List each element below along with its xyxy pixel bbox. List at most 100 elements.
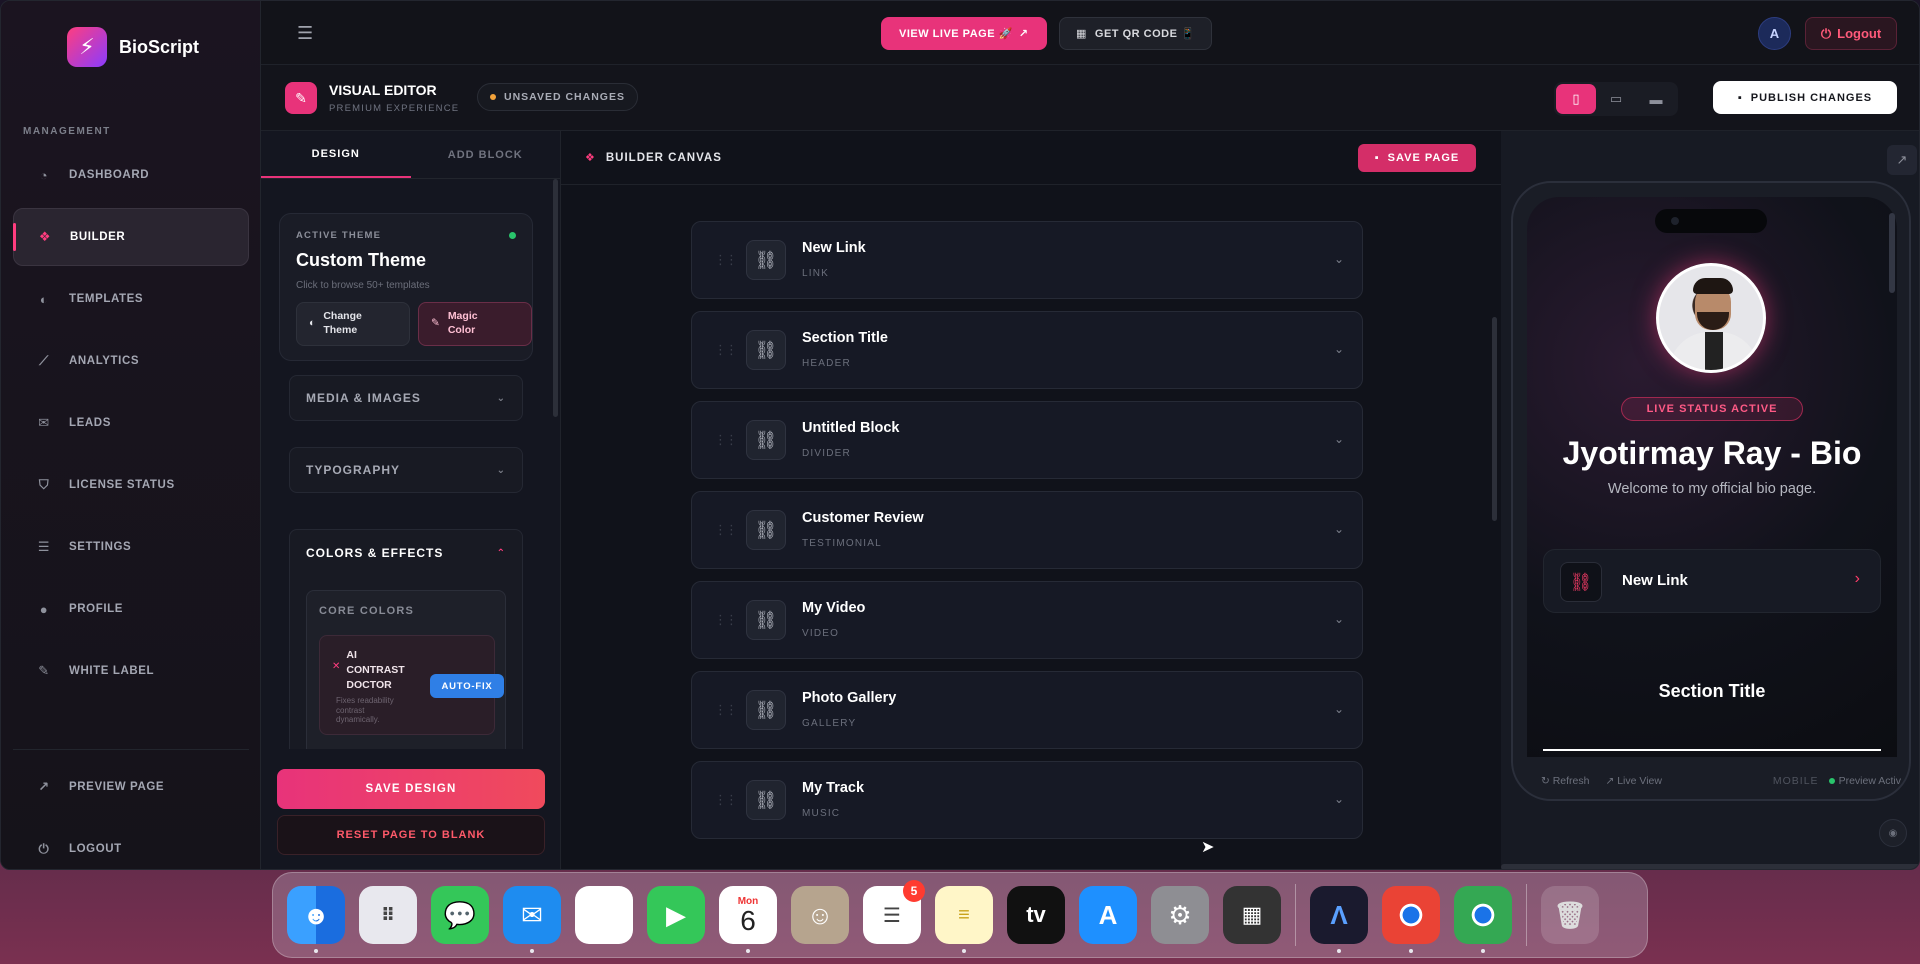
sidebar-toggle-icon[interactable]: ☰ — [297, 23, 313, 44]
change-theme-button[interactable]: ◐ Change Theme — [296, 302, 410, 346]
preview-status-label: Preview Activ — [1838, 775, 1901, 787]
photos-icon[interactable]: ✿ — [575, 886, 633, 944]
drag-handle-icon[interactable]: ⋮⋮ — [714, 522, 738, 538]
drag-handle-icon[interactable]: ⋮⋮ — [714, 702, 738, 718]
get-qr-code-button[interactable]: ▦ GET QR CODE 📱 — [1059, 17, 1213, 50]
refresh-label: Refresh — [1552, 775, 1590, 787]
block-item[interactable]: ⋮⋮ ⛓ My Track MUSIC ⌄ — [691, 761, 1363, 839]
typography-accordion[interactable]: TYPOGRAPHY ⌄ — [289, 447, 523, 493]
notes-icon[interactable]: ≡ — [935, 886, 993, 953]
calendar-icon[interactable]: Mon 6 — [719, 886, 777, 953]
panel-scrollbar[interactable] — [553, 179, 558, 417]
trash-icon[interactable]: 🗑 — [1541, 886, 1599, 944]
block-item[interactable]: ⋮⋮ ⛓ Photo Gallery GALLERY ⌄ — [691, 671, 1363, 749]
drag-handle-icon[interactable]: ⋮⋮ — [714, 252, 738, 268]
chevron-down-icon[interactable]: ⌄ — [1334, 342, 1344, 356]
publish-changes-button[interactable]: ▪ PUBLISH CHANGES — [1713, 81, 1897, 114]
auto-fix-button[interactable]: AUTO-FIX — [430, 674, 504, 698]
block-item[interactable]: ⋮⋮ ⛓ Untitled Block DIVIDER ⌄ — [691, 401, 1363, 479]
logout-button[interactable]: ⏻ Logout — [1805, 17, 1897, 50]
sidebar-item-analytics[interactable]: ⟋ ANALYTICS — [13, 332, 249, 390]
media-images-accordion[interactable]: MEDIA & IMAGES ⌄ — [289, 375, 523, 421]
arc-icon[interactable]: Λ — [1310, 886, 1368, 953]
sliders-icon: ☰ — [37, 539, 51, 554]
preview-link-card[interactable]: ⛓ New Link › — [1543, 549, 1881, 613]
sidebar-item-templates[interactable]: ◐ TEMPLATES — [13, 270, 249, 328]
settings-circle-icon[interactable]: ◉ — [1879, 819, 1907, 847]
sidebar-item-leads[interactable]: ✉ LEADS — [13, 394, 249, 452]
chrome-icon[interactable] — [1382, 886, 1440, 953]
desktop-device-button[interactable]: ▬ — [1636, 84, 1676, 114]
preview-status: Preview Activ — [1828, 775, 1901, 787]
chevron-down-icon[interactable]: ⌄ — [1334, 702, 1344, 716]
phone-scrollbar[interactable] — [1889, 213, 1895, 293]
editor-header: ✎ VISUAL EDITOR PREMIUM EXPERIENCE UNSAV… — [261, 65, 1919, 131]
reset-page-button[interactable]: RESET PAGE TO BLANK — [277, 815, 545, 855]
sidebar-item-license-status[interactable]: ⛉ LICENSE STATUS — [13, 456, 249, 514]
drag-handle-icon[interactable]: ⋮⋮ — [714, 792, 738, 808]
sidebar-item-preview-page[interactable]: ↗ PREVIEW PAGE — [13, 758, 249, 816]
sidebar-item-builder[interactable]: ❖ BUILDER — [13, 208, 249, 266]
external-link-icon[interactable]: ↗ — [1887, 145, 1917, 175]
apple-tv-icon[interactable]: tv — [1007, 886, 1065, 944]
chrome-icon[interactable] — [1454, 886, 1512, 953]
block-item[interactable]: ⋮⋮ ⛓ Section Title HEADER ⌄ — [691, 311, 1363, 389]
live-view-button[interactable]: ↗ Live View — [1605, 775, 1661, 787]
block-name: Untitled Block — [802, 420, 900, 436]
chevron-down-icon[interactable]: ⌄ — [1334, 792, 1344, 806]
unsaved-status-badge: UNSAVED CHANGES — [477, 83, 638, 111]
tab-add-block[interactable]: ADD BLOCK — [411, 131, 561, 178]
app-store-icon[interactable]: A — [1079, 886, 1137, 944]
calculator-icon[interactable]: ▦ — [1223, 886, 1281, 944]
tablet-device-button[interactable]: ▭ — [1596, 84, 1636, 114]
preview-horizontal-scrollbar[interactable] — [1501, 864, 1919, 869]
block-item[interactable]: ⋮⋮ ⛓ My Video VIDEO ⌄ — [691, 581, 1363, 659]
block-list: ⋮⋮ ⛓ New Link LINK ⌄ ⋮⋮ ⛓ Section Title HEADER ⌄… — [691, 221, 1363, 851]
canvas-scrollbar[interactable] — [1492, 317, 1497, 521]
block-item[interactable]: ⋮⋮ ⛓ New Link LINK ⌄ — [691, 221, 1363, 299]
contacts-icon[interactable]: ☺ — [791, 886, 849, 944]
system-settings-icon[interactable]: ⚙ — [1151, 886, 1209, 944]
mail-icon[interactable]: ✉ — [503, 886, 561, 953]
profile-photo-shirt — [1705, 332, 1723, 370]
save-page-label: SAVE PAGE — [1387, 152, 1460, 164]
view-live-page-button[interactable]: VIEW LIVE PAGE 🚀 ↗ — [881, 17, 1047, 50]
block-item[interactable]: ⋮⋮ ⛓ Customer Review TESTIMONIAL ⌄ — [691, 491, 1363, 569]
reminders-icon[interactable]: ☰ 5 — [863, 880, 925, 944]
sidebar-item-profile[interactable]: ● PROFILE — [13, 580, 249, 638]
active-theme-card[interactable]: ACTIVE THEME Custom Theme Click to brows… — [279, 213, 533, 361]
user-icon: ● — [39, 601, 49, 617]
drag-handle-icon[interactable]: ⋮⋮ — [714, 612, 738, 628]
refresh-button[interactable]: ↻ Refresh — [1541, 775, 1589, 787]
accordion-label: COLORS & EFFECTS — [306, 546, 444, 560]
sidebar-item-logout[interactable]: ⏻ LOGOUT — [13, 820, 249, 869]
save-design-button[interactable]: SAVE DESIGN — [277, 769, 545, 809]
chevron-down-icon[interactable]: ⌄ — [1334, 432, 1344, 446]
tablet-icon: ▭ — [1609, 91, 1623, 106]
drag-handle-icon[interactable]: ⋮⋮ — [714, 432, 738, 448]
sidebar-item-settings[interactable]: ☰ SETTINGS — [13, 518, 249, 576]
tab-design[interactable]: DESIGN — [261, 131, 411, 178]
sidebar-item-white-label[interactable]: ✎ WHITE LABEL — [13, 642, 249, 700]
chevron-down-icon[interactable]: ⌄ — [1334, 612, 1344, 626]
preview-divider — [1543, 749, 1881, 751]
launchpad-icon[interactable]: ⠿ — [359, 886, 417, 944]
layers-icon: ❖ — [585, 152, 596, 164]
phone-notch — [1655, 209, 1767, 233]
colors-effects-header[interactable]: COLORS & EFFECTS ⌃ — [290, 530, 522, 576]
save-page-button[interactable]: ▪ SAVE PAGE — [1358, 144, 1476, 172]
facetime-icon[interactable]: ▶ — [647, 886, 705, 944]
device-switcher: ▯ ▭ ▬ — [1554, 82, 1678, 116]
chevron-down-icon[interactable]: ⌄ — [1334, 522, 1344, 536]
messages-icon[interactable]: 💬 — [431, 886, 489, 944]
finder-icon[interactable]: ☻ — [287, 886, 345, 953]
avatar[interactable]: A — [1758, 17, 1791, 50]
brand[interactable]: ⚡ BioScript — [67, 27, 199, 67]
sidebar-item-dashboard[interactable]: ◔ DASHBOARD — [13, 146, 249, 204]
drag-handle-icon[interactable]: ⋮⋮ — [714, 342, 738, 358]
block-name: My Video — [802, 600, 866, 616]
monitor-icon: ▬ — [1649, 91, 1663, 107]
magic-color-button[interactable]: ✎ Magic Color — [418, 302, 532, 346]
chevron-down-icon[interactable]: ⌄ — [1334, 252, 1344, 266]
mobile-device-button[interactable]: ▯ — [1556, 84, 1596, 114]
